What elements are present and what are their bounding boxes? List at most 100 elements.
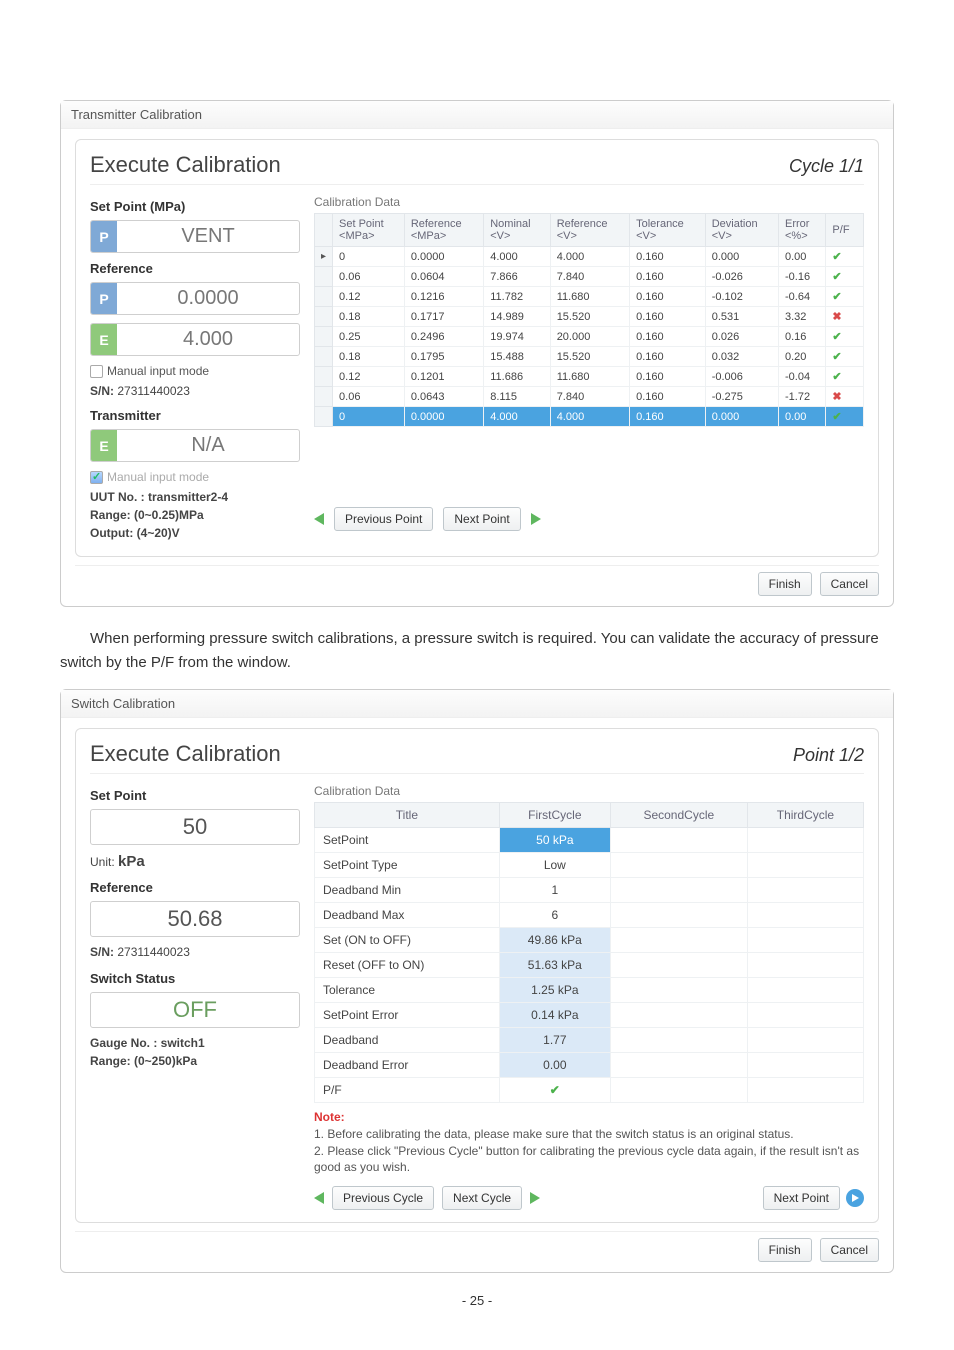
row-header-cell xyxy=(315,367,333,387)
window-title: Transmitter Calibration xyxy=(61,101,893,129)
table-row[interactable]: 00.00004.0004.0000.1600.0000.00✔ xyxy=(315,407,864,427)
empty-cell xyxy=(610,953,747,978)
table-cell: 0.160 xyxy=(630,267,706,287)
setpoint-value-2: 50 xyxy=(91,810,299,844)
previous-cycle-button[interactable]: Previous Cycle xyxy=(332,1186,434,1210)
table-cell: 7.866 xyxy=(484,267,550,287)
table-row[interactable]: 0.060.06438.1157.8400.160-0.275-1.72✖ xyxy=(315,387,864,407)
empty-cell xyxy=(747,1003,863,1028)
row-title-cell: Deadband xyxy=(315,1028,500,1053)
switch-calibration-dialog: Switch Calibration Execute Calibration P… xyxy=(60,689,894,1273)
reference-e-display: E 4.000 xyxy=(90,323,300,356)
col-thirdcycle[interactable]: ThirdCycle xyxy=(747,803,863,828)
empty-cell xyxy=(747,903,863,928)
finish-button-2[interactable]: Finish xyxy=(758,1238,812,1262)
row-value-cell: 51.63 kPa xyxy=(499,953,610,978)
table-row[interactable]: 0.250.249619.97420.0000.1600.0260.16✔ xyxy=(315,327,864,347)
col-deviation[interactable]: Deviation<V> xyxy=(705,214,778,247)
row-value-cell: 6 xyxy=(499,903,610,928)
table-cell: 0.1216 xyxy=(404,287,483,307)
finish-button[interactable]: Finish xyxy=(758,572,812,596)
next-point-button-2[interactable]: Next Point xyxy=(763,1186,840,1210)
note-label: Note: xyxy=(314,1110,345,1124)
table-row[interactable]: Deadband Error0.00 xyxy=(315,1053,864,1078)
transmitter-calibration-dialog: Transmitter Calibration Execute Calibrat… xyxy=(60,100,894,607)
vent-value: VENT xyxy=(117,221,299,252)
calibration-data-label: Calibration Data xyxy=(314,195,864,209)
execute-calibration-title-2: Execute Calibration xyxy=(90,741,281,767)
manual-input-checkbox[interactable] xyxy=(90,365,103,378)
row-value-cell: 50 kPa xyxy=(499,828,610,853)
col-reference-mpa[interactable]: Reference<MPa> xyxy=(404,214,483,247)
table-cell: -1.72 xyxy=(779,387,826,407)
empty-cell xyxy=(747,828,863,853)
pass-icon: ✔ xyxy=(826,407,864,427)
col-firstcycle[interactable]: FirstCycle xyxy=(499,803,610,828)
table-cell: 0.160 xyxy=(630,407,706,427)
table-cell: 0.00 xyxy=(779,407,826,427)
table-row[interactable]: SetPoint50 kPa xyxy=(315,828,864,853)
table-row[interactable]: 0.180.171714.98915.5200.1600.5313.32✖ xyxy=(315,307,864,327)
cancel-button-2[interactable]: Cancel xyxy=(820,1238,879,1262)
table-row[interactable]: SetPoint TypeLow xyxy=(315,853,864,878)
table-row[interactable]: SetPoint Error0.14 kPa xyxy=(315,1003,864,1028)
col-nominal[interactable]: Nominal<V> xyxy=(484,214,550,247)
table-row[interactable]: 0.120.121611.78211.6800.160-0.102-0.64✔ xyxy=(315,287,864,307)
col-tolerance[interactable]: Tolerance<V> xyxy=(630,214,706,247)
table-row[interactable]: Set (ON to OFF)49.86 kPa xyxy=(315,928,864,953)
col-setpoint[interactable]: Set Point<MPa> xyxy=(333,214,405,247)
row-header-cell xyxy=(315,287,333,307)
table-cell: 4.000 xyxy=(550,247,629,267)
table-cell: 0.18 xyxy=(333,347,405,367)
cancel-button[interactable]: Cancel xyxy=(820,572,879,596)
row-header-cell xyxy=(315,247,333,267)
previous-point-button[interactable]: Previous Point xyxy=(334,507,433,531)
table-row[interactable]: Deadband Max6 xyxy=(315,903,864,928)
reference-p-value: 0.0000 xyxy=(117,283,299,314)
fail-icon: ✖ xyxy=(826,307,864,327)
calibration-data-label-2: Calibration Data xyxy=(314,784,864,798)
table-cell: 0.160 xyxy=(630,367,706,387)
table-cell: -0.102 xyxy=(705,287,778,307)
table-row[interactable]: 0.060.06047.8667.8400.160-0.026-0.16✔ xyxy=(315,267,864,287)
table-cell: 0.25 xyxy=(333,327,405,347)
window-title-2: Switch Calibration xyxy=(61,690,893,718)
table-row[interactable]: Deadband1.77 xyxy=(315,1028,864,1053)
table-row[interactable]: 0.180.179515.48815.5200.1600.0320.20✔ xyxy=(315,347,864,367)
table-row[interactable]: Reset (OFF to ON)51.63 kPa xyxy=(315,953,864,978)
table-row[interactable]: P/F✔ xyxy=(315,1078,864,1103)
table-cell: 20.000 xyxy=(550,327,629,347)
next-point-orb-icon[interactable] xyxy=(846,1189,864,1207)
manual-input-checkbox-2[interactable] xyxy=(90,471,103,484)
row-header-cell xyxy=(315,387,333,407)
col-title[interactable]: Title xyxy=(315,803,500,828)
table-cell: 0.531 xyxy=(705,307,778,327)
row-title-cell: Deadband Error xyxy=(315,1053,500,1078)
manual-input-label: Manual input mode xyxy=(107,364,209,378)
setpoint-display-2: 50 xyxy=(90,809,300,845)
p-badge-icon: P xyxy=(91,221,117,252)
pass-icon: ✔ xyxy=(826,367,864,387)
table-row[interactable]: Tolerance1.25 kPa xyxy=(315,978,864,1003)
next-point-button[interactable]: Next Point xyxy=(443,507,520,531)
col-error[interactable]: Error<%> xyxy=(779,214,826,247)
table-cell: 0.160 xyxy=(630,387,706,407)
transmitter-value: N/A xyxy=(117,430,299,461)
table-cell: 19.974 xyxy=(484,327,550,347)
table-row[interactable]: 00.00004.0004.0000.1600.0000.00✔ xyxy=(315,247,864,267)
table-cell: 15.520 xyxy=(550,307,629,327)
empty-cell xyxy=(610,978,747,1003)
empty-cell xyxy=(610,1028,747,1053)
col-pf[interactable]: P/F xyxy=(826,214,864,247)
pass-icon: ✔ xyxy=(826,247,864,267)
arrow-left-icon xyxy=(314,1192,324,1204)
row-title-cell: Tolerance xyxy=(315,978,500,1003)
col-secondcycle[interactable]: SecondCycle xyxy=(610,803,747,828)
reference-value-2: 50.68 xyxy=(91,902,299,936)
next-cycle-button[interactable]: Next Cycle xyxy=(442,1186,522,1210)
table-row[interactable]: Deadband Min1 xyxy=(315,878,864,903)
table-row[interactable]: 0.120.120111.68611.6800.160-0.006-0.04✔ xyxy=(315,367,864,387)
switch-status-value: OFF xyxy=(91,993,299,1027)
col-reference-v[interactable]: Reference<V> xyxy=(550,214,629,247)
table-cell: 4.000 xyxy=(484,407,550,427)
